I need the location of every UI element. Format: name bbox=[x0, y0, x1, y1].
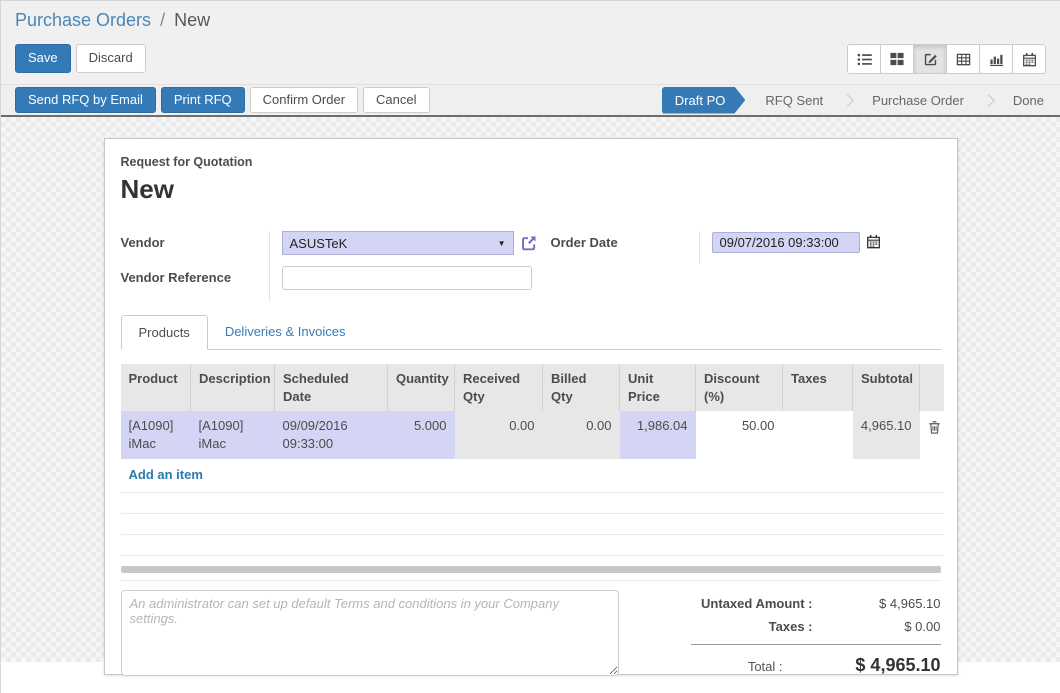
add-an-item-link[interactable]: Add an item bbox=[129, 467, 203, 482]
empty-row bbox=[121, 534, 944, 555]
vendor-select[interactable]: ASUSTeK ▼ bbox=[282, 231, 514, 255]
untaxed-amount-label: Untaxed Amount : bbox=[646, 596, 831, 611]
order-lines-table: Product Description Scheduled Date Quant… bbox=[121, 364, 944, 556]
tab-products[interactable]: Products bbox=[121, 315, 208, 350]
top-navigation-bar: Purchase Orders / New Save Discard bbox=[1, 1, 1060, 84]
cell-quantity[interactable]: 5.000 bbox=[388, 411, 455, 459]
delete-row-button[interactable] bbox=[920, 411, 944, 459]
taxes-label: Taxes : bbox=[646, 619, 831, 634]
column-header-discount[interactable]: Discount (%) bbox=[696, 364, 783, 411]
breadcrumb-separator: / bbox=[160, 10, 165, 30]
discard-button[interactable]: Discard bbox=[76, 44, 146, 73]
column-header-product[interactable]: Product bbox=[121, 364, 191, 411]
cell-billed-qty: 0.00 bbox=[543, 411, 620, 459]
list-icon bbox=[857, 52, 872, 67]
totals-block: Untaxed Amount : $ 4,965.10 Taxes : $ 0.… bbox=[646, 590, 941, 684]
breadcrumb-purchase-orders[interactable]: Purchase Orders bbox=[15, 10, 151, 30]
vendor-label: Vendor bbox=[121, 231, 269, 266]
empty-row bbox=[121, 492, 944, 513]
sheet-footer: Untaxed Amount : $ 4,965.10 Taxes : $ 0.… bbox=[121, 580, 941, 684]
print-rfq-button[interactable]: Print RFQ bbox=[161, 87, 245, 114]
vendor-reference-field[interactable] bbox=[282, 266, 532, 290]
cell-subtotal: 4,965.10 bbox=[853, 411, 920, 459]
column-header-unit-price[interactable]: Unit Price bbox=[620, 364, 696, 411]
column-header-subtotal[interactable]: Subtotal bbox=[853, 364, 920, 411]
untaxed-amount-value: $ 4,965.10 bbox=[831, 596, 941, 611]
column-header-received-qty[interactable]: Received Qty bbox=[455, 364, 543, 411]
cell-scheduled-date[interactable]: 09/09/2016 09:33:00 bbox=[275, 411, 388, 459]
vendor-reference-label: Vendor Reference bbox=[121, 266, 269, 301]
cell-unit-price[interactable]: 1,986.04 bbox=[620, 411, 696, 459]
notebook: Products Deliveries & Invoices Product D… bbox=[121, 315, 941, 573]
empty-row bbox=[121, 513, 944, 534]
cell-description[interactable]: [A1090] iMac bbox=[191, 411, 275, 459]
graph-icon bbox=[989, 52, 1004, 67]
table-header-row: Product Description Scheduled Date Quant… bbox=[121, 364, 944, 411]
vendor-select-value: ASUSTeK bbox=[290, 236, 498, 251]
breadcrumb: Purchase Orders / New bbox=[15, 10, 1046, 31]
terms-and-conditions-textarea[interactable] bbox=[121, 590, 619, 676]
form-sheet: Request for Quotation New Vendor ASUSTeK… bbox=[104, 138, 958, 675]
calendar-view-button[interactable] bbox=[1012, 44, 1046, 74]
confirm-order-button[interactable]: Confirm Order bbox=[250, 87, 358, 114]
pivot-icon bbox=[956, 52, 971, 67]
stage-purchase-order[interactable]: Purchase Order bbox=[852, 85, 984, 116]
cell-received-qty: 0.00 bbox=[455, 411, 543, 459]
view-switcher bbox=[847, 44, 1046, 74]
breadcrumb-current: New bbox=[174, 10, 210, 30]
page-title: New bbox=[121, 174, 941, 205]
pivot-view-button[interactable] bbox=[946, 44, 980, 74]
form-edit-icon bbox=[923, 52, 938, 67]
stage-rfq-sent[interactable]: RFQ Sent bbox=[745, 85, 843, 116]
totals-divider bbox=[691, 644, 941, 645]
trash-icon bbox=[928, 420, 941, 434]
column-header-billed-qty[interactable]: Billed Qty bbox=[543, 364, 620, 411]
column-header-description[interactable]: Description bbox=[191, 364, 275, 411]
kanban-icon bbox=[890, 52, 904, 66]
list-view-button[interactable] bbox=[847, 44, 881, 74]
column-header-scheduled-date[interactable]: Scheduled Date bbox=[275, 364, 388, 411]
form-view-background: Request for Quotation New Vendor ASUSTeK… bbox=[1, 117, 1060, 662]
cell-product[interactable]: [A1090] iMac bbox=[121, 411, 191, 459]
table-row[interactable]: [A1090] iMac [A1090] iMac 09/09/2016 09:… bbox=[121, 411, 944, 459]
calendar-icon bbox=[1022, 52, 1037, 67]
form-view-button[interactable] bbox=[913, 44, 947, 74]
total-value: $ 4,965.10 bbox=[801, 655, 941, 676]
total-label: Total : bbox=[646, 659, 801, 674]
tab-deliveries-invoices[interactable]: Deliveries & Invoices bbox=[208, 315, 363, 349]
calendar-picker-icon[interactable] bbox=[866, 234, 881, 252]
save-button[interactable]: Save bbox=[15, 44, 71, 73]
column-header-actions bbox=[920, 364, 944, 411]
taxes-value: $ 0.00 bbox=[831, 619, 941, 634]
chevron-down-icon: ▼ bbox=[498, 239, 506, 248]
order-date-field[interactable] bbox=[712, 232, 860, 253]
statusbar: Draft PO RFQ Sent Purchase Order Done bbox=[607, 85, 1060, 115]
send-rfq-by-email-button[interactable]: Send RFQ by Email bbox=[15, 87, 156, 114]
column-header-taxes[interactable]: Taxes bbox=[783, 364, 853, 411]
order-date-label: Order Date bbox=[551, 231, 699, 264]
cancel-button[interactable]: Cancel bbox=[363, 87, 429, 114]
external-link-icon[interactable] bbox=[520, 234, 538, 255]
stage-draft-po[interactable]: Draft PO bbox=[662, 87, 746, 114]
table-horizontal-scrollbar[interactable] bbox=[121, 566, 941, 573]
form-subtitle: Request for Quotation bbox=[121, 155, 941, 169]
column-header-quantity[interactable]: Quantity bbox=[388, 364, 455, 411]
action-strip: Send RFQ by Email Print RFQ Confirm Orde… bbox=[1, 84, 1060, 117]
cell-taxes[interactable] bbox=[783, 411, 853, 459]
graph-view-button[interactable] bbox=[979, 44, 1013, 74]
kanban-view-button[interactable] bbox=[880, 44, 914, 74]
stage-done[interactable]: Done bbox=[993, 85, 1060, 116]
cell-discount[interactable]: 50.00 bbox=[696, 411, 783, 459]
